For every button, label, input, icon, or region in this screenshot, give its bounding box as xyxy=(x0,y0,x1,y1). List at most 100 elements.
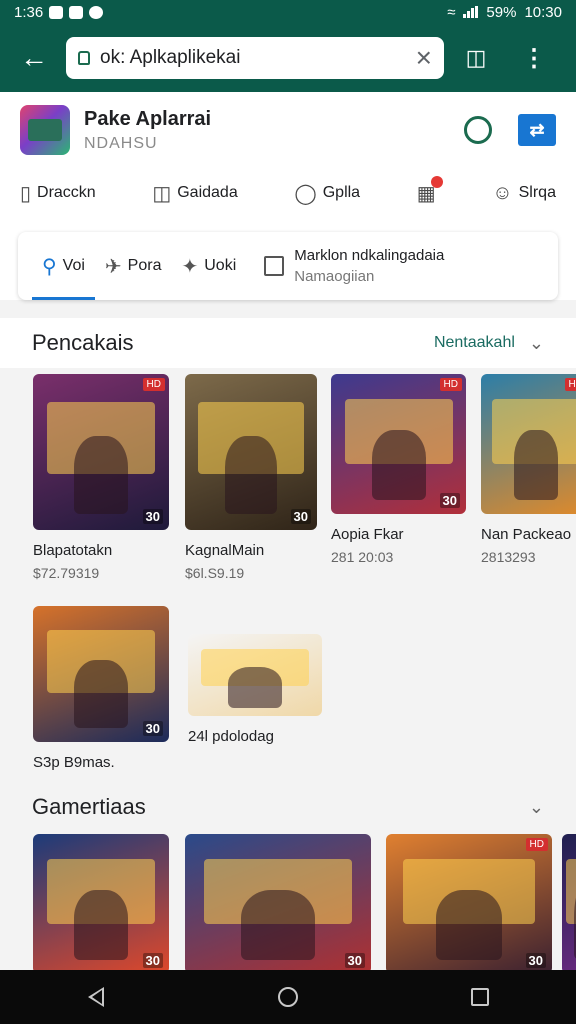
section-title: Gamertiaas xyxy=(32,794,146,819)
filter-sublabel: Namaogiian xyxy=(294,268,375,285)
search-icon: ⚲ xyxy=(42,255,57,278)
character-art xyxy=(514,430,558,500)
game-card[interactable]: 30 xyxy=(33,834,169,974)
game-price: $6l.S9.19 xyxy=(185,565,245,581)
game-thumbnail[interactable]: HD 30 xyxy=(386,834,552,974)
filter-checkbox[interactable]: Marklon ndkalingadaia Namaogiian xyxy=(264,247,444,285)
game-card[interactable]: 24l pdolodag xyxy=(188,634,322,745)
close-icon[interactable]: × xyxy=(416,44,432,72)
game-card[interactable]: HD Nan Packeao 2813293 xyxy=(481,374,576,565)
count-badge: 30 xyxy=(525,953,546,968)
game-card[interactable]: HD 30 xyxy=(386,834,552,974)
browser-toolbar: ← ok: Aplkaplikekai × ◫ ⋮ xyxy=(0,24,576,92)
game-title: Aopia Fkar xyxy=(331,526,404,543)
hd-tag: HD xyxy=(564,378,576,391)
nav-label: Dracckn xyxy=(37,184,96,201)
tab-voi[interactable]: ⚲ Voi xyxy=(32,232,95,300)
checkbox[interactable] xyxy=(264,256,285,276)
tab-uoki[interactable]: ✦ Uoki xyxy=(171,232,246,300)
game-title: S3p B9mas. xyxy=(33,754,115,771)
count-badge: 30 xyxy=(142,509,163,524)
signal-icon xyxy=(463,6,479,18)
game-card[interactable] xyxy=(562,834,576,974)
url-bar[interactable]: ok: Aplkaplikekai × xyxy=(66,37,444,79)
game-thumbnail[interactable]: 30 xyxy=(33,606,169,742)
game-thumbnail[interactable]: HD 30 xyxy=(331,374,466,514)
character-art xyxy=(435,890,503,960)
character-art xyxy=(371,430,426,500)
character-art xyxy=(224,436,278,515)
plane-icon: ✈ xyxy=(104,255,122,278)
chat-bubble-icon[interactable] xyxy=(464,116,492,144)
see-more-link[interactable]: Nentaakahl xyxy=(434,334,515,352)
lock-icon xyxy=(78,51,90,65)
game-thumbnail[interactable] xyxy=(188,634,322,716)
game-title: 24l pdolodag xyxy=(188,728,274,745)
nav-item-dracckn[interactable]: ▯ Dracckn xyxy=(20,181,96,206)
game-card[interactable]: HD 30 Aopia Fkar 281 20:03 xyxy=(331,374,466,565)
nav-item-gplla[interactable]: ◯ Gplla xyxy=(294,181,360,206)
game-thumbnail[interactable]: HD xyxy=(481,374,576,514)
tools-icon: ✦ xyxy=(181,255,199,278)
filter-tabs: ⚲ Voi ✈ Pora ✦ Uoki Marklon ndkalingadai… xyxy=(18,232,558,300)
hd-tag: HD xyxy=(439,378,462,391)
game-thumbnail[interactable]: 30 xyxy=(185,374,317,530)
nav-label: Slrqa xyxy=(518,184,556,201)
nav-recents-button[interactable] xyxy=(460,977,500,1017)
wifi-icon: ≈ xyxy=(447,3,456,21)
hd-tag: HD xyxy=(142,378,165,391)
section-header: Gamertiaas ⌄ xyxy=(0,782,576,832)
chevron-down-icon[interactable]: ⌄ xyxy=(529,333,544,354)
nav-label: Gplla xyxy=(322,184,361,201)
count-badge: 30 xyxy=(439,493,460,508)
message-icon xyxy=(49,5,64,19)
filter-label: Marklon ndkalingadaia xyxy=(294,247,445,264)
game-price: 2813293 xyxy=(481,549,536,565)
notification-badge xyxy=(430,175,443,188)
section-title: Pencakais xyxy=(32,330,134,355)
status-time-left: 1:36 xyxy=(14,3,44,21)
game-card[interactable]: HD 30 Blapatotakn $72.79319 xyxy=(33,374,169,581)
game-thumbnail[interactable]: 30 xyxy=(33,834,169,974)
game-card[interactable]: 30 KagnalMain $6l.S9.19 xyxy=(185,374,317,581)
gallery-icon xyxy=(69,5,84,19)
character-art xyxy=(73,890,129,960)
count-badge: 30 xyxy=(344,953,365,968)
character-art xyxy=(228,666,282,708)
game-thumbnail[interactable]: 30 xyxy=(185,834,371,974)
count-badge: 30 xyxy=(142,953,163,968)
chevron-down-icon[interactable]: ⌄ xyxy=(529,797,544,818)
nav-back-button[interactable] xyxy=(76,977,116,1017)
status-time-right: 10:30 xyxy=(524,3,562,21)
tab-pora[interactable]: ✈ Pora xyxy=(95,232,172,300)
back-icon[interactable]: ← xyxy=(14,38,54,78)
menu-icon[interactable]: ⋮ xyxy=(514,44,554,73)
shuffle-icon[interactable]: ⇄ xyxy=(518,114,556,146)
game-card[interactable]: 30 xyxy=(185,834,371,974)
home-icon xyxy=(278,987,298,1007)
nav-item-slrqa[interactable]: ☺ Slrqa xyxy=(492,182,556,205)
url-text: ok: Aplkaplikekai xyxy=(100,47,241,68)
game-title: KagnalMain xyxy=(185,542,265,559)
tab-label: Voi xyxy=(62,257,85,274)
nav-item-map[interactable]: ▦ xyxy=(417,175,443,206)
person-icon: ☺ xyxy=(492,181,513,204)
section-header: Pencakais Nentaakahl ⌄ xyxy=(0,318,576,368)
tab-label: Pora xyxy=(127,257,162,274)
app-logo xyxy=(20,105,70,155)
share-icon[interactable]: ◫ xyxy=(456,45,496,71)
game-card[interactable]: 30 S3p B9mas. xyxy=(33,606,169,771)
game-price: $72.79319 xyxy=(33,565,100,581)
character-art xyxy=(240,890,316,960)
back-triangle-icon xyxy=(88,987,104,1007)
game-thumbnail[interactable] xyxy=(562,834,576,974)
nav-home-button[interactable] xyxy=(268,977,308,1017)
nav-label: Gaidada xyxy=(177,184,238,201)
game-title: Nan Packeao xyxy=(481,526,572,543)
nav-item-gaidada[interactable]: ◫ Gaidada xyxy=(152,181,237,206)
notification-icon xyxy=(89,5,104,19)
status-bar: 1:36 ≈ 59% 10:30 xyxy=(0,0,576,24)
game-price: 281 20:03 xyxy=(331,549,394,565)
phone-icon: ▯ xyxy=(20,182,32,205)
game-thumbnail[interactable]: HD 30 xyxy=(33,374,169,530)
